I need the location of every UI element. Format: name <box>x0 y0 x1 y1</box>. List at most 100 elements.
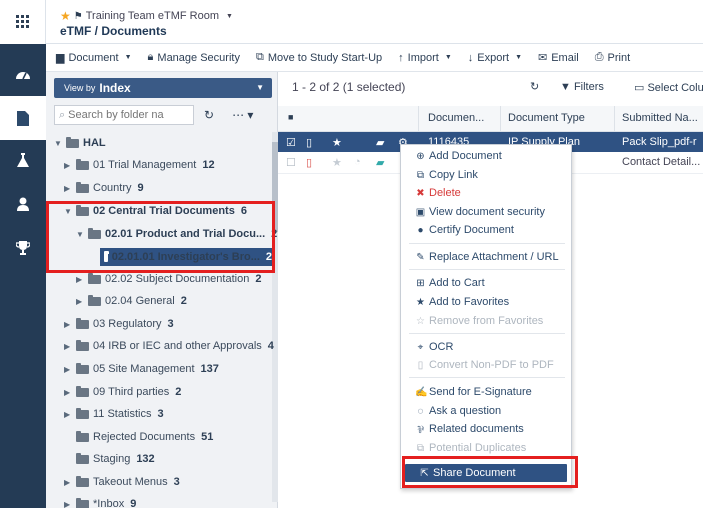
expand-right-icon[interactable]: ▶ <box>64 342 76 351</box>
column-header-document[interactable]: Documen... <box>428 112 484 124</box>
refresh-icon[interactable]: ↻ <box>530 80 539 93</box>
tree-node[interactable]: ▶ 09 Third parties 2 <box>64 383 181 401</box>
folder-icon <box>76 385 89 397</box>
move-icon: ⧉ <box>255 51 264 63</box>
menu-item-send-esignature[interactable]: ✍ Send for E-Signature <box>401 383 571 401</box>
document-menu-button[interactable]: ▆ Document ▼ <box>46 44 140 72</box>
signature-icon: ✍ <box>415 386 428 398</box>
expand-right-icon[interactable]: ▶ <box>64 410 76 419</box>
view-by-select[interactable]: View by Index ▼ <box>54 78 272 98</box>
filters-label: Filters <box>573 81 604 93</box>
tree-node-count: 9 <box>137 182 144 194</box>
lab-nav[interactable] <box>0 138 46 182</box>
tree-node[interactable]: Rejected Documents 51 <box>76 428 213 446</box>
expand-right-icon[interactable]: ▶ <box>64 320 76 329</box>
tree-node[interactable]: ▶ *Inbox 9 <box>64 495 136 508</box>
favorite-star-icon[interactable]: ★ <box>60 9 71 23</box>
menu-item-replace-attachment[interactable]: ✎ Replace Attachment / URL <box>401 248 571 266</box>
view-by-value: Index <box>99 81 131 95</box>
print-label: Print <box>607 51 631 64</box>
tree-node[interactable]: ▶ 01 Trial Management 12 <box>64 156 215 174</box>
tree-node[interactable]: ▶ 11 Statistics 3 <box>64 405 164 423</box>
expand-down-icon[interactable]: ▼ <box>54 139 66 148</box>
expand-right-icon[interactable]: ▶ <box>64 478 76 487</box>
tree-node[interactable]: ▶ Takeout Menus 3 <box>64 473 180 491</box>
documents-nav[interactable] <box>0 96 46 140</box>
filters-button[interactable]: ▼ Filters <box>560 81 604 93</box>
folder-icon <box>76 317 89 329</box>
select-columns-button[interactable]: ▭ Select Colu <box>634 81 703 94</box>
tree-node-selected[interactable]: 02.01.01 Investigator's Bro... 2 <box>100 248 272 266</box>
x-icon: ✖ <box>416 187 425 199</box>
tree-node[interactable]: ▶ 04 IRB or IEC and other Approvals 4 <box>64 337 274 355</box>
dashboard-nav[interactable] <box>0 52 46 96</box>
tree-node[interactable]: ▶ 05 Site Management 137 <box>64 360 219 378</box>
export-button[interactable]: ↓ Export ▼ <box>460 44 530 72</box>
expand-right-icon[interactable]: ▶ <box>64 388 76 397</box>
import-button[interactable]: ↑ Import ▼ <box>390 44 460 72</box>
select-all-checkbox[interactable]: ■ <box>288 112 293 122</box>
comment-icon: ◌ <box>417 405 424 417</box>
menu-item-share-document[interactable]: ⇱ Share Document <box>405 464 567 482</box>
cell-submitted: Contact Detail... <box>622 156 701 168</box>
star-icon[interactable]: ★ <box>332 136 342 149</box>
apps-grid-icon <box>15 15 29 28</box>
folder-search-box: ⌕ <box>54 105 194 125</box>
room-selector[interactable]: ★ ⚑ Training Team eTMF Room ▼ <box>60 9 233 23</box>
tree-node[interactable]: ▶ 02.02 Subject Documentation 2 <box>76 270 261 288</box>
related-icon: ⅌ <box>417 425 424 436</box>
row-checkbox[interactable]: ☐ <box>286 156 296 169</box>
menu-item-add-document[interactable]: ⊕ Add Document <box>401 147 571 165</box>
row-checkbox[interactable]: ☑ <box>286 136 296 149</box>
expand-right-icon[interactable]: ▶ <box>76 275 88 284</box>
expand-right-icon[interactable]: ▶ <box>76 297 88 306</box>
menu-item-ocr[interactable]: ⌖ OCR <box>401 338 571 356</box>
menu-item-add-to-cart[interactable]: ⊞ Add to Cart <box>401 274 571 292</box>
tree-node-label: 05 Site Management <box>93 363 195 375</box>
notebook-icon[interactable]: ▰ <box>376 156 384 169</box>
folder-icon <box>76 497 89 508</box>
menu-item-delete[interactable]: ✖ Delete <box>401 184 571 202</box>
move-button[interactable]: ⧉ Move to Study Start-Up <box>248 44 390 72</box>
tree-node[interactable]: ▶ 03 Regulatory 3 <box>64 315 174 333</box>
tree-node-count: 3 <box>167 318 174 330</box>
menu-item-related-documents[interactable]: ⅌ Related documents <box>401 420 571 438</box>
document-menu-label: Document <box>68 51 119 64</box>
apps-grid-button[interactable] <box>0 0 46 44</box>
awards-nav[interactable] <box>0 226 46 270</box>
star-outline-icon[interactable]: ★ <box>332 156 342 169</box>
column-header-submitted-name[interactable]: Submitted Na... <box>622 112 698 124</box>
menu-item-label: OCR <box>429 341 454 353</box>
tree-node-root[interactable]: ▼ HAL <box>54 134 106 152</box>
notebook-icon[interactable]: ▰ <box>376 136 384 149</box>
folder-search-input[interactable] <box>68 109 184 121</box>
tree-node[interactable]: ▼ 02.01 Product and Trial Docu... 2 <box>76 225 277 243</box>
menu-item-add-to-favorites[interactable]: ★ Add to Favorites <box>401 293 571 311</box>
expand-right-icon[interactable]: ▶ <box>64 365 76 374</box>
menu-item-ask-question[interactable]: ◌ Ask a question <box>401 402 571 420</box>
expand-right-icon[interactable]: ▶ <box>64 161 76 170</box>
refresh-icon[interactable]: ↻ <box>204 108 214 122</box>
more-options-icon[interactable]: ⋯ ▾ <box>232 108 253 122</box>
tree-node[interactable]: ▶ Country 9 <box>64 179 144 197</box>
users-nav[interactable] <box>0 182 46 226</box>
print-button[interactable]: ⎙ Print <box>587 44 638 72</box>
tree-node[interactable]: ▼ 02 Central Trial Documents 6 <box>64 202 247 220</box>
manage-security-button[interactable]: 🔒︎ Manage Security <box>140 44 248 72</box>
tree-node[interactable]: ▶ 02.04 General 2 <box>76 292 187 310</box>
folder-icon <box>76 407 89 419</box>
folder-open-icon <box>66 136 79 148</box>
expand-right-icon[interactable]: ▶ <box>64 500 76 508</box>
menu-item-certify-document[interactable]: ● Certify Document <box>401 221 571 239</box>
chevron-down-icon: ▼ <box>256 83 264 92</box>
expand-down-icon[interactable]: ▼ <box>76 230 88 239</box>
expand-right-icon[interactable]: ▶ <box>64 184 76 193</box>
expand-down-icon[interactable]: ▼ <box>64 207 76 216</box>
menu-item-label: Ask a question <box>429 405 502 417</box>
column-header-document-type[interactable]: Document Type <box>508 112 585 124</box>
email-button[interactable]: ✉ Email <box>530 44 587 72</box>
tree-node[interactable]: Staging 132 <box>76 450 155 468</box>
menu-item-label: Related documents <box>429 423 524 435</box>
menu-item-copy-link[interactable]: ⧉ Copy Link <box>401 166 571 184</box>
menu-item-view-security[interactable]: ▣ View document security <box>401 203 571 221</box>
